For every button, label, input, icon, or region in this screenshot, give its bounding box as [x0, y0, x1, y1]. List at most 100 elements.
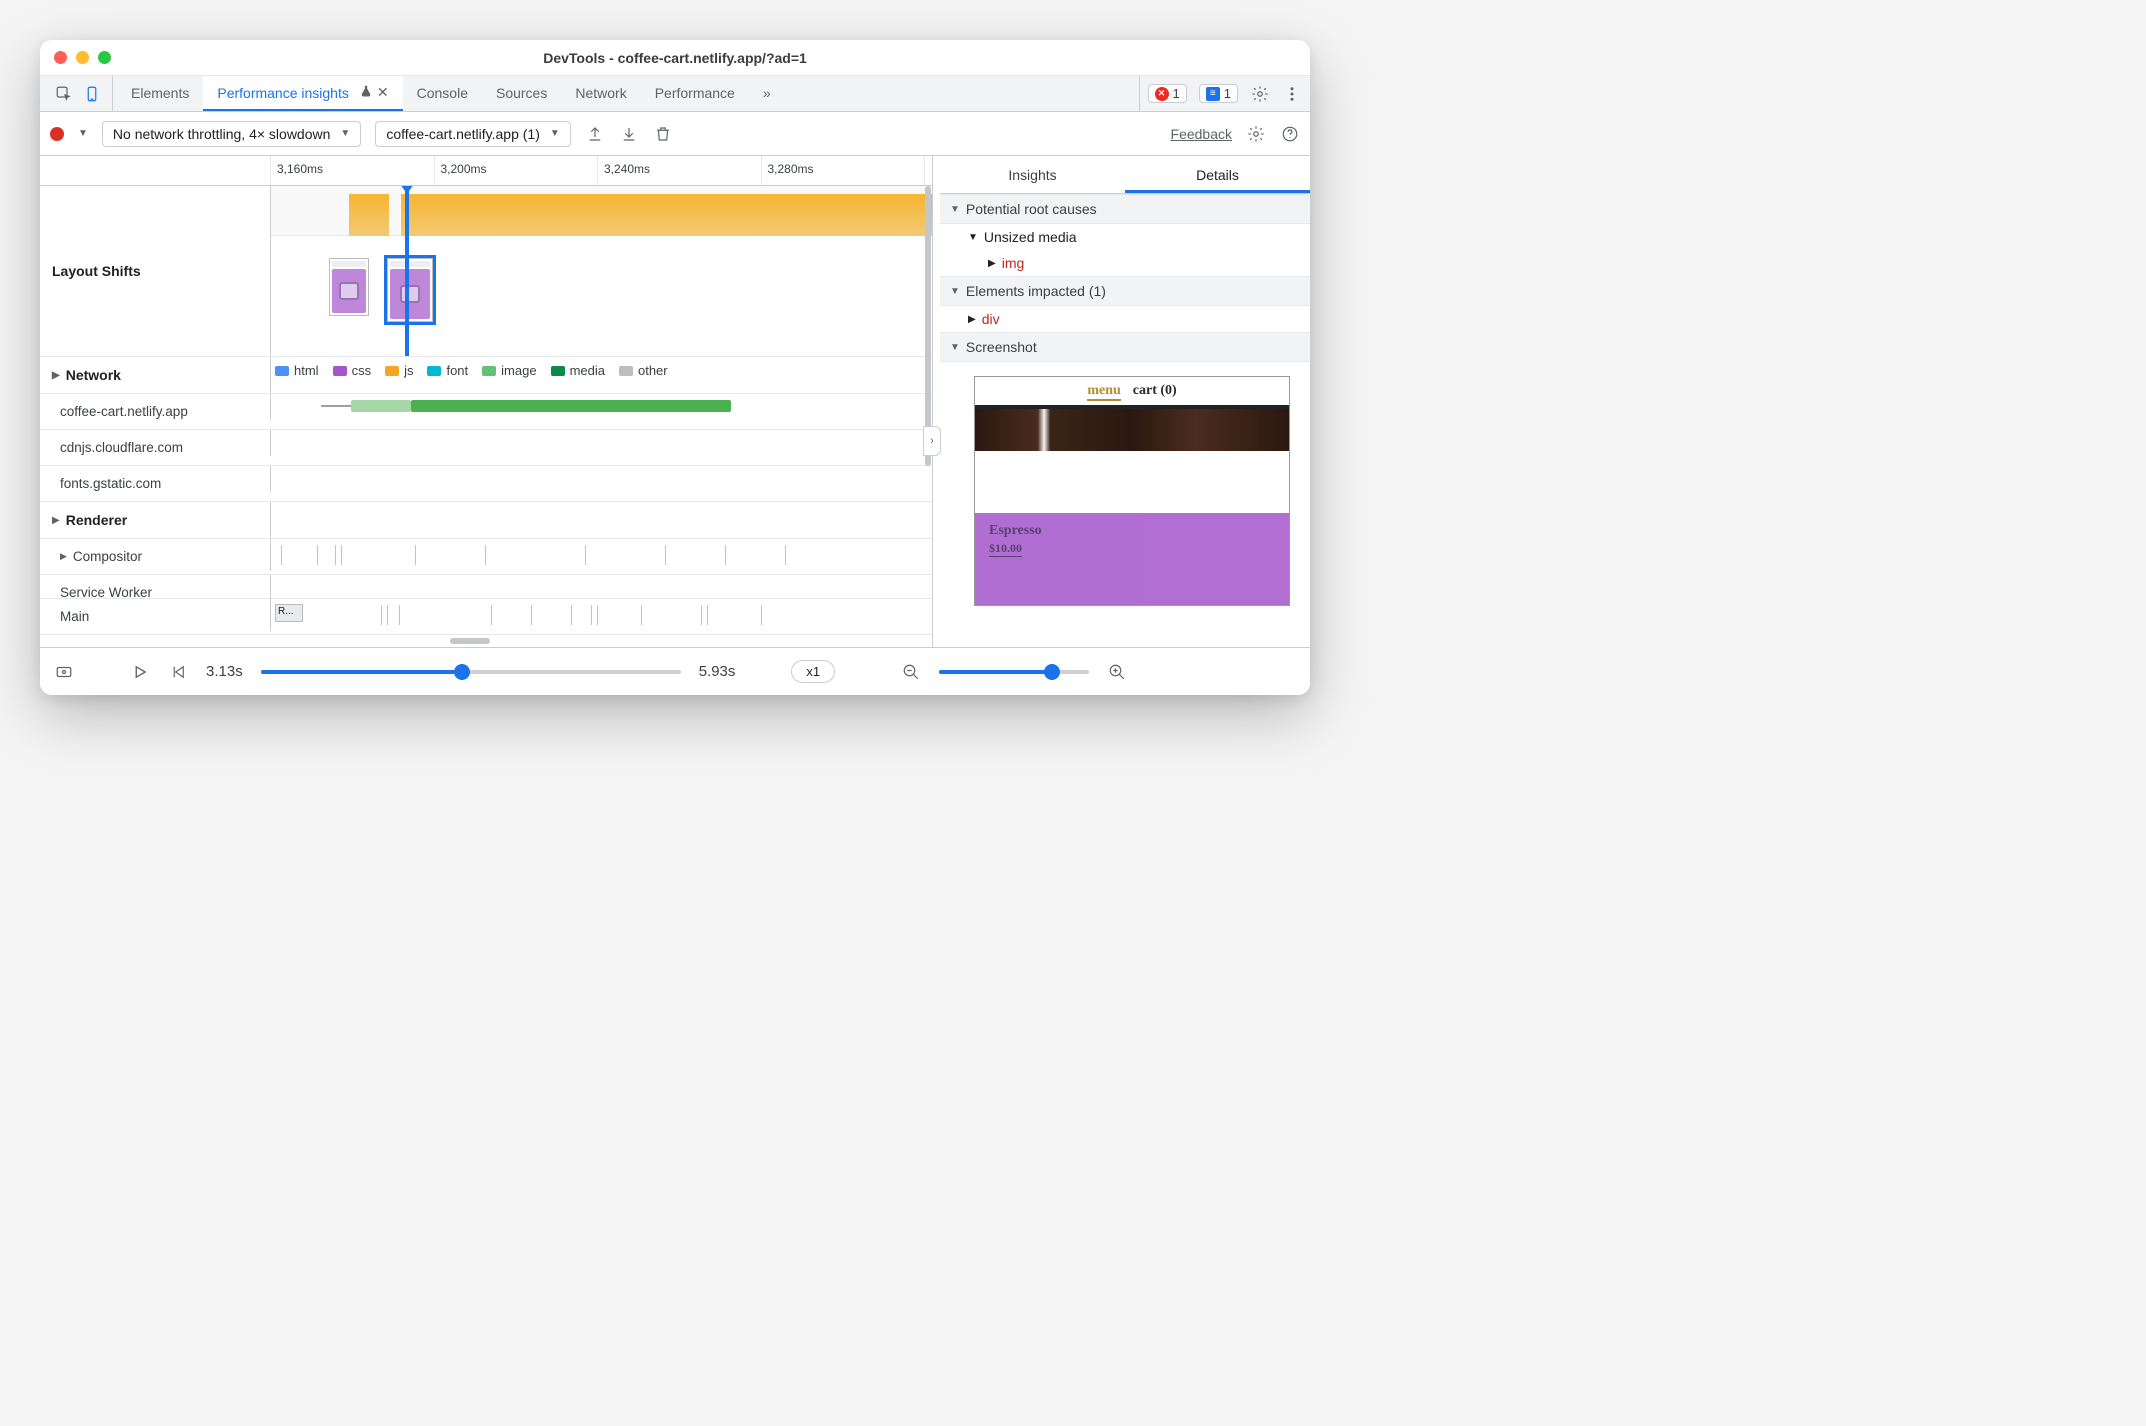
- main-split: 3,160ms 3,200ms 3,240ms 3,280ms Layout S…: [40, 156, 1310, 647]
- section-elements-impacted[interactable]: ▼ Elements impacted (1): [940, 276, 1310, 306]
- zoom-slider[interactable]: [939, 670, 1089, 674]
- request-bar[interactable]: [351, 400, 411, 412]
- tree-img-element[interactable]: ▶ img: [940, 250, 1310, 276]
- import-icon[interactable]: [619, 124, 639, 144]
- network-host-row: cdnjs.cloudflare.com: [40, 430, 932, 466]
- delete-icon[interactable]: [653, 124, 673, 144]
- record-button[interactable]: [50, 127, 64, 141]
- help-icon[interactable]: [1280, 124, 1300, 144]
- compositor-tasks[interactable]: [275, 545, 932, 565]
- network-host-row: coffee-cart.netlify.app: [40, 394, 932, 430]
- chevron-down-icon: ▼: [340, 128, 350, 139]
- track-network-header: ▶ Network html css js font image media o…: [40, 357, 932, 394]
- section-potential-root-causes[interactable]: ▼ Potential root causes: [940, 194, 1310, 224]
- track-service-worker: Service Worker: [40, 575, 932, 599]
- issues-badge[interactable]: 1: [1199, 84, 1238, 103]
- playback-speed[interactable]: x1: [791, 660, 835, 683]
- insights-toolbar: ▼ No network throttling, 4× slowdown ▼ c…: [40, 112, 1310, 156]
- triangle-right-icon: ▶: [968, 314, 976, 325]
- zoom-window-button[interactable]: [98, 51, 111, 64]
- frame-block[interactable]: [401, 194, 932, 236]
- main-task[interactable]: R...: [275, 604, 303, 622]
- flask-icon: [359, 84, 373, 101]
- preview-hero-image: [975, 409, 1289, 451]
- skip-to-start-icon[interactable]: [168, 662, 188, 682]
- ruler-tick: 3,240ms: [597, 156, 761, 185]
- horizontal-scrollbar[interactable]: [40, 635, 932, 647]
- details-panel: Insights Details ▼ Potential root causes…: [940, 156, 1310, 647]
- track-layout-shifts: Layout Shifts: [40, 186, 932, 357]
- tree-div-element[interactable]: ▶ div: [940, 306, 1310, 332]
- legend-swatch-image: [482, 366, 496, 376]
- preview-menu-link: menu: [1087, 383, 1120, 401]
- track-label-layout-shifts: Layout Shifts: [40, 186, 270, 356]
- caret-right-icon: ▶: [60, 551, 67, 562]
- time-start: 3.13s: [206, 663, 243, 680]
- record-dropdown-icon[interactable]: ▼: [78, 128, 88, 139]
- layout-shifts-content[interactable]: [270, 186, 932, 356]
- window-title: DevTools - coffee-cart.netlify.app/?ad=1: [40, 50, 1310, 66]
- toggle-screenshots-icon[interactable]: [54, 662, 74, 682]
- device-toolbar-icon[interactable]: [82, 84, 102, 104]
- minimize-window-button[interactable]: [76, 51, 89, 64]
- toolbar-settings-icon[interactable]: [1246, 124, 1266, 144]
- track-renderer-header: ▶ Renderer: [40, 502, 932, 539]
- screenshot-thumbnail-selected[interactable]: [387, 258, 433, 322]
- issue-icon: [1206, 87, 1220, 101]
- tabs-overflow-button[interactable]: »: [749, 76, 785, 111]
- inspect-element-icon[interactable]: [54, 84, 74, 104]
- track-compositor: ▶ Compositor: [40, 539, 932, 575]
- settings-gear-icon[interactable]: [1250, 84, 1270, 104]
- network-host-row: fonts.gstatic.com: [40, 466, 932, 502]
- tab-insights[interactable]: Insights: [940, 156, 1125, 193]
- feedback-link[interactable]: Feedback: [1171, 126, 1232, 142]
- tab-performance[interactable]: Performance: [641, 76, 749, 111]
- screenshot-thumbnail[interactable]: [329, 258, 369, 316]
- ruler-tick: 3,280ms: [761, 156, 925, 185]
- throttling-select[interactable]: No network throttling, 4× slowdown ▼: [102, 121, 361, 147]
- request-bar[interactable]: [411, 400, 731, 412]
- tree-unsized-media[interactable]: ▼ Unsized media: [940, 224, 1310, 250]
- track-main: Main R...: [40, 599, 932, 635]
- panel-splitter[interactable]: ›: [932, 156, 940, 647]
- error-icon: [1155, 87, 1169, 101]
- vertical-scrollbar[interactable]: [924, 186, 932, 635]
- caret-right-icon: ▶: [52, 370, 60, 381]
- frame-block[interactable]: [349, 194, 389, 236]
- legend-swatch-font: [427, 366, 441, 376]
- tab-console[interactable]: Console: [403, 76, 482, 111]
- legend-swatch-html: [275, 366, 289, 376]
- devtools-window: DevTools - coffee-cart.netlify.app/?ad=1…: [40, 40, 1310, 695]
- preview-cart-link: cart (0): [1133, 383, 1177, 401]
- zoom-in-icon[interactable]: [1107, 662, 1127, 682]
- main-tasks[interactable]: [381, 605, 932, 625]
- legend-swatch-js: [385, 366, 399, 376]
- playhead[interactable]: [405, 186, 409, 356]
- page-select[interactable]: coffee-cart.netlify.app (1) ▼: [375, 121, 570, 147]
- tab-sources[interactable]: Sources: [482, 76, 561, 111]
- tab-network[interactable]: Network: [561, 76, 640, 111]
- collapse-handle-icon[interactable]: ›: [923, 426, 941, 456]
- devtools-tabstrip: Elements Performance insights ✕ Console …: [40, 76, 1310, 112]
- chevron-down-icon: ▼: [550, 128, 560, 139]
- kebab-menu-icon[interactable]: [1282, 84, 1302, 104]
- ruler-tick: 3,200ms: [434, 156, 598, 185]
- section-screenshot[interactable]: ▼ Screenshot: [940, 332, 1310, 362]
- legend-swatch-css: [333, 366, 347, 376]
- legend-swatch-media: [551, 366, 565, 376]
- track-label-network[interactable]: ▶ Network: [40, 357, 270, 393]
- close-window-button[interactable]: [54, 51, 67, 64]
- request-whisker: [321, 405, 351, 407]
- play-icon[interactable]: [130, 662, 150, 682]
- screenshot-preview: menu cart (0) Espresso $10.00: [974, 376, 1290, 606]
- zoom-out-icon[interactable]: [901, 662, 921, 682]
- tab-performance-insights[interactable]: Performance insights ✕: [203, 76, 402, 111]
- tab-details[interactable]: Details: [1125, 156, 1310, 193]
- triangle-down-icon: ▼: [968, 232, 978, 243]
- timeline-scrubber[interactable]: [261, 670, 681, 674]
- tab-elements[interactable]: Elements: [117, 76, 203, 111]
- close-tab-icon[interactable]: ✕: [377, 84, 389, 101]
- triangle-down-icon: ▼: [950, 342, 960, 353]
- export-icon[interactable]: [585, 124, 605, 144]
- console-errors-badge[interactable]: 1: [1148, 84, 1187, 103]
